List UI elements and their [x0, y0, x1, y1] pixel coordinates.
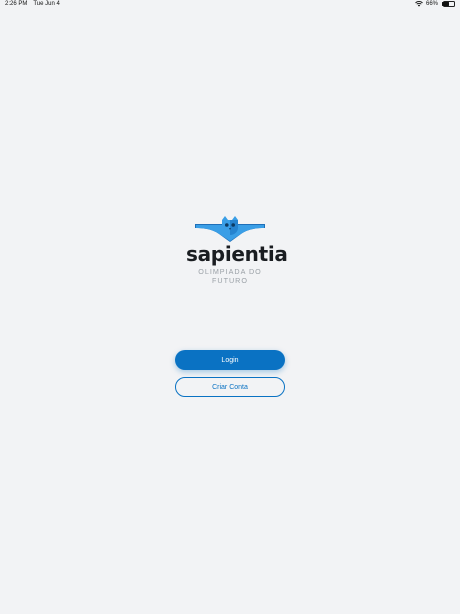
logo-tagline: OLIMPIADA DO FUTURO: [198, 267, 262, 285]
status-date: Tue Jun 4: [33, 1, 60, 7]
status-time: 2:26 PM: [5, 1, 28, 7]
status-bar: 2:26 PM Tue Jun 4 66%: [0, 0, 460, 10]
create-account-button[interactable]: Criar Conta: [175, 377, 285, 397]
battery-percent: 66%: [425, 1, 438, 7]
battery-icon: [441, 1, 455, 7]
login-button[interactable]: Login: [175, 350, 285, 370]
wifi-icon: [415, 1, 423, 7]
owl-book-icon: [195, 216, 265, 242]
logo-wordmark: sapientia: [186, 242, 288, 266]
app-logo: sapientia OLIMPIADA DO FUTURO: [186, 216, 288, 285]
login-screen: 2:26 PM Tue Jun 4 66% sapientia OLIMPIAD…: [0, 0, 460, 614]
